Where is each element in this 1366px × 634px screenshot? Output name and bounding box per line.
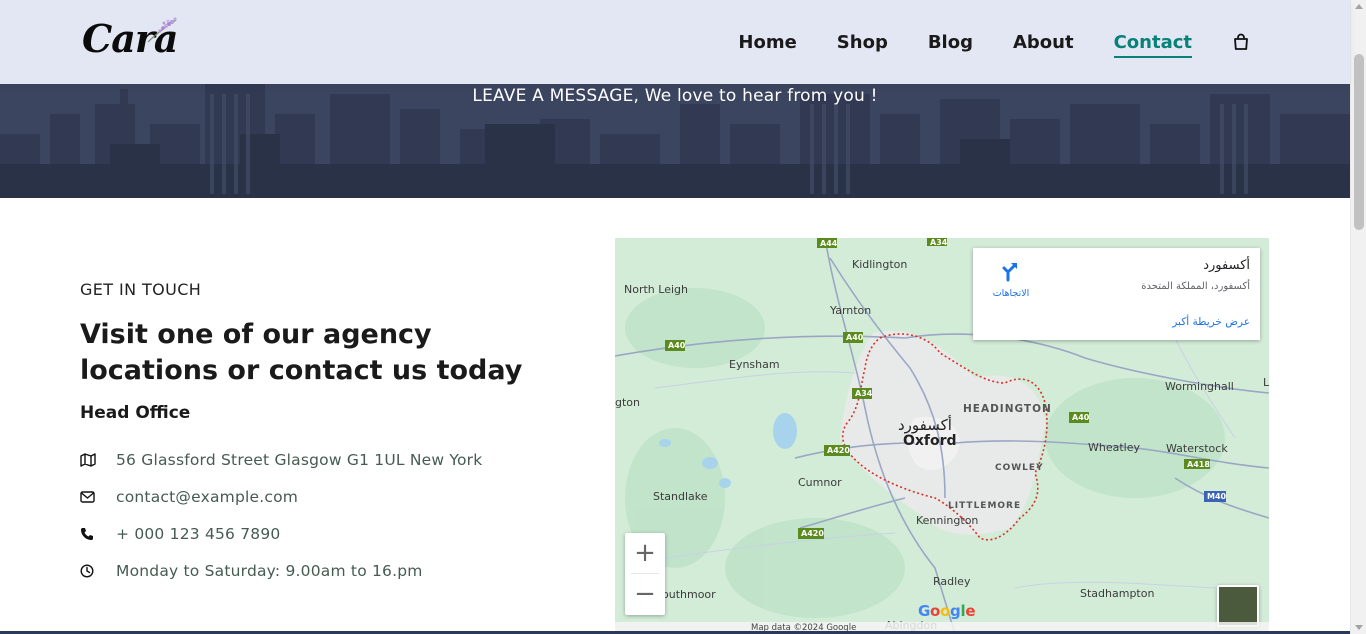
main-nav: Home Shop Blog About Contact bbox=[698, 0, 1250, 84]
scroll-thumb[interactable] bbox=[1354, 54, 1364, 230]
svg-text:A420: A420 bbox=[801, 529, 824, 538]
map-place-label: Worminghall bbox=[1165, 380, 1234, 393]
map-place-label: L bbox=[1263, 376, 1269, 389]
map-place-label: Wheatley bbox=[1088, 441, 1141, 454]
email-text[interactable]: contact@example.com bbox=[116, 488, 298, 506]
place-card-subtitle: أكسفورد، المملكة المتحدة bbox=[1141, 281, 1250, 292]
map-icon bbox=[80, 452, 116, 467]
map-place-label: Cumnor bbox=[798, 476, 842, 489]
map-place-label: Yarnton bbox=[830, 304, 872, 317]
map-city-label-ar: أكسفورد bbox=[898, 416, 952, 434]
embedded-map[interactable]: A44 A34 A40 A40 A34 A420 A420 A40 A418 M… bbox=[615, 238, 1269, 634]
svg-text:A420: A420 bbox=[827, 446, 850, 455]
svg-text:M40: M40 bbox=[1207, 492, 1227, 501]
section-eyebrow: GET IN TOUCH bbox=[80, 280, 202, 299]
phone-icon bbox=[80, 527, 116, 541]
map-place-label: COWLEY bbox=[995, 463, 1044, 473]
map-place-label: Kidlington bbox=[852, 258, 908, 271]
hours-text: Monday to Saturday: 9.00am to 16.pm bbox=[116, 561, 423, 580]
list-item: contact@example.com bbox=[80, 478, 580, 515]
satellite-layer-button[interactable] bbox=[1217, 585, 1259, 627]
map-place-label: Waterstock bbox=[1166, 442, 1228, 455]
list-item: + 000 123 456 7890 bbox=[80, 515, 580, 552]
place-card-title: أكسفورد bbox=[1203, 258, 1250, 273]
scroll-down-arrow-icon[interactable] bbox=[1355, 625, 1363, 630]
svg-text:A44: A44 bbox=[820, 239, 838, 248]
map-city-label-en: Oxford bbox=[903, 433, 957, 449]
contact-details: GET IN TOUCH Visit one of our agency loc… bbox=[80, 280, 580, 589]
zoom-out-button[interactable]: − bbox=[625, 574, 665, 614]
svg-text:A40: A40 bbox=[846, 333, 864, 342]
svg-text:A40: A40 bbox=[1072, 413, 1090, 422]
map-place-label: Stadhampton bbox=[1080, 587, 1155, 600]
shopping-bag-icon[interactable] bbox=[1232, 33, 1250, 51]
contact-info-list: 56 Glassford Street Glasgow G1 1UL New Y… bbox=[80, 441, 580, 589]
zoom-controls: + − bbox=[625, 533, 665, 615]
map-place-label: HEADINGTON bbox=[963, 403, 1052, 415]
list-item: Monday to Saturday: 9.00am to 16.pm bbox=[80, 552, 580, 589]
svg-text:A34: A34 bbox=[930, 238, 948, 247]
map-place-label: gton bbox=[615, 396, 640, 409]
directions-label: الاتجاهات bbox=[992, 288, 1030, 299]
nav-shop[interactable]: Shop bbox=[837, 32, 888, 53]
nav-about[interactable]: About bbox=[1013, 32, 1074, 53]
larger-map-link[interactable]: عرض خريطة أكبر bbox=[1172, 316, 1250, 328]
svg-text:A34: A34 bbox=[855, 389, 873, 398]
nav-contact[interactable]: Contact bbox=[1113, 32, 1193, 58]
directions-icon bbox=[1002, 263, 1017, 282]
site-header: Cara Home Shop Blog About Contact bbox=[0, 0, 1350, 84]
map-place-label: LITTLEMORE bbox=[948, 501, 1022, 511]
google-logo: Google bbox=[918, 602, 976, 620]
office-heading: Head Office bbox=[80, 403, 191, 423]
address-text: 56 Glassford Street Glasgow G1 1UL New Y… bbox=[116, 450, 483, 469]
map-place-label: Standlake bbox=[653, 490, 708, 503]
svg-text:A40: A40 bbox=[668, 341, 686, 350]
map-place-label: Eynsham bbox=[729, 358, 780, 371]
map-place-label: North Leigh bbox=[624, 283, 688, 296]
envelope-icon bbox=[80, 490, 116, 503]
hero-message: LEAVE A MESSAGE, We love to hear from yo… bbox=[472, 86, 878, 106]
page-scrollbar[interactable] bbox=[1350, 0, 1366, 634]
phone-text[interactable]: + 000 123 456 7890 bbox=[116, 525, 281, 543]
logo[interactable]: Cara bbox=[82, 14, 182, 62]
map-place-label: Kennington bbox=[916, 514, 979, 527]
hero-banner: LEAVE A MESSAGE, We love to hear from yo… bbox=[0, 84, 1350, 198]
nav-blog[interactable]: Blog bbox=[928, 32, 973, 53]
clock-icon bbox=[80, 563, 116, 578]
zoom-in-button[interactable]: + bbox=[625, 533, 665, 573]
scroll-up-arrow-icon[interactable] bbox=[1355, 4, 1363, 9]
map-place-label: Radley bbox=[933, 575, 971, 588]
svg-text:A418: A418 bbox=[1187, 460, 1210, 469]
map-place-card: أكسفورد أكسفورد، المملكة المتحدة عرض خري… bbox=[973, 248, 1260, 340]
section-headline: Visit one of our agency locations or con… bbox=[80, 319, 523, 386]
nav-home[interactable]: Home bbox=[738, 32, 796, 53]
directions-button[interactable]: الاتجاهات bbox=[991, 260, 1031, 299]
list-item: 56 Glassford Street Glasgow G1 1UL New Y… bbox=[80, 441, 580, 478]
map-place-label: outhmoor bbox=[662, 588, 716, 601]
lavender-icon bbox=[147, 17, 177, 43]
